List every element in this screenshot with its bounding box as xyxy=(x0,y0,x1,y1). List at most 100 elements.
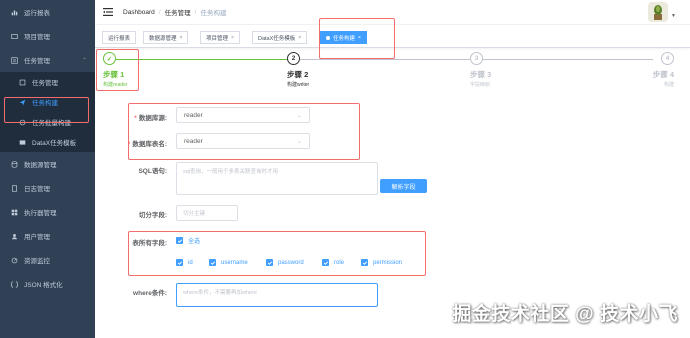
field-label: id xyxy=(188,259,193,266)
hamburger-icon[interactable] xyxy=(103,8,113,16)
table-select[interactable]: reader ⌄ xyxy=(176,133,310,149)
check-icon: ✓ xyxy=(103,52,116,65)
json-icon xyxy=(10,280,18,288)
tag-label: 任务构建 xyxy=(333,35,356,42)
task-icon xyxy=(10,56,18,64)
sidebar-item-label: 用户管理 xyxy=(24,234,50,241)
step-title: 步骤 3 xyxy=(470,70,492,79)
sidebar-item-task-manage[interactable]: 任务管理 ⌃ xyxy=(0,48,95,72)
sidebar-item-label: 数据源管理 xyxy=(24,162,57,169)
checkbox-checked-icon xyxy=(209,259,216,266)
checkbox-checked-icon xyxy=(361,259,368,266)
batch-icon xyxy=(18,118,26,126)
annotation-box-fields xyxy=(128,231,426,276)
sidebar-item-label: 日志管理 xyxy=(24,186,50,193)
caret-down-icon[interactable]: ▼ xyxy=(671,13,676,19)
field-checkbox-role[interactable]: role xyxy=(322,259,344,266)
sidebar-item-json[interactable]: JSON 格式化 xyxy=(0,272,95,296)
step-description: 构建writer xyxy=(287,82,310,88)
sidebar-subitem-task-build[interactable]: 任务构建 xyxy=(0,92,95,112)
sql-textarea[interactable]: sql查询，一般用于多表关联查询时才用 xyxy=(176,162,378,195)
field-label: password xyxy=(278,259,304,266)
checkbox-checked-icon xyxy=(322,259,329,266)
split-label: 切分字段: xyxy=(138,212,167,219)
sidebar-item-monitor[interactable]: 资源监控 xyxy=(0,248,95,272)
sidebar-item-label: 任务管理 xyxy=(24,58,50,65)
user-icon xyxy=(10,232,18,240)
chevron-down-icon: ⌄ xyxy=(296,113,302,119)
step-number: 3 xyxy=(470,52,483,65)
breadcrumb-separator: / xyxy=(158,8,161,16)
field-checkbox-id[interactable]: id xyxy=(176,259,193,266)
field-checkbox-permission[interactable]: permission xyxy=(361,259,402,266)
split-input[interactable]: 切分主键 xyxy=(176,205,238,221)
step-title: 步骤 2 xyxy=(287,70,309,79)
tag-run-report[interactable]: 运行报表 xyxy=(102,31,137,44)
datasource-select[interactable]: reader ⌄ xyxy=(176,107,310,123)
breadcrumb-level1[interactable]: 任务管理 xyxy=(165,7,191,17)
tag-label: DataX任务模板 xyxy=(258,35,296,42)
sidebar-item-label: 任务管理 xyxy=(32,80,58,87)
breadcrumb-separator: / xyxy=(194,8,197,16)
chart-icon xyxy=(10,8,18,16)
parse-fields-button[interactable]: 解析字段 xyxy=(380,179,427,193)
sidebar-item-project[interactable]: 项目管理 xyxy=(0,24,95,48)
watermark: 掘金技术社区 @ 技术小飞 xyxy=(452,304,678,325)
field-label: username xyxy=(221,259,248,266)
sidebar-item-user[interactable]: 用户管理 xyxy=(0,224,95,248)
datasource-label: * 数据库源: xyxy=(134,115,167,122)
close-icon[interactable]: × xyxy=(231,35,234,41)
step-1: ✓ 步骤 1 构建reader xyxy=(103,52,163,88)
list-icon xyxy=(18,78,26,86)
chevron-up-icon: ⌃ xyxy=(81,57,87,64)
step-4: 4 步骤 4 构建 xyxy=(614,52,674,88)
step-2: 2 步骤 2 构建writer xyxy=(287,52,347,88)
sidebar-item-label: 资源监控 xyxy=(24,258,50,265)
close-icon[interactable]: × xyxy=(358,35,361,41)
table-value: reader xyxy=(184,137,203,145)
breadcrumb-current: 任务构建 xyxy=(200,10,227,17)
avatar[interactable] xyxy=(648,2,668,22)
step-title: 步骤 4 xyxy=(652,70,674,79)
step-title: 步骤 1 xyxy=(103,70,125,79)
breadcrumb-home[interactable]: Dashboard xyxy=(123,9,155,16)
sql-label: SQL语句: xyxy=(138,168,167,175)
select-all-checkbox[interactable]: 全选 xyxy=(176,236,200,245)
tag-datax-template[interactable]: DataX任务模板 × xyxy=(252,31,308,44)
chevron-down-icon: ⌄ xyxy=(296,139,302,145)
checkbox-checked-icon xyxy=(266,259,273,266)
field-checkbox-password[interactable]: password xyxy=(266,259,304,266)
step-description: 字段映射 xyxy=(470,82,491,88)
tag-datasource[interactable]: 数据源管理 × xyxy=(143,31,189,44)
sidebar-item-label: 项目管理 xyxy=(24,34,50,41)
step-description: 构建reader xyxy=(103,82,128,88)
table-label: * 数据库表名: xyxy=(127,141,167,148)
where-label: where条件: xyxy=(133,290,167,297)
tag-project[interactable]: 项目管理 × xyxy=(200,31,240,44)
close-icon[interactable]: × xyxy=(180,35,183,41)
sidebar-subitem-task-list[interactable]: 任务管理 xyxy=(0,72,95,92)
close-icon[interactable]: × xyxy=(298,35,301,41)
step-number: 4 xyxy=(661,52,674,65)
sidebar-item-run-report[interactable]: 运行报表 xyxy=(0,0,95,24)
sidebar-item-log[interactable]: 日志管理 xyxy=(0,176,95,200)
sidebar-subitem-datax-template[interactable]: DataX任务模板 xyxy=(0,132,95,152)
fields-label: 表所有字段: xyxy=(132,240,167,247)
navbar: Dashboard / 任务管理 / 任务构建 ▼ xyxy=(95,0,690,25)
field-checkbox-username[interactable]: username xyxy=(209,259,248,266)
step-number: 2 xyxy=(287,52,300,65)
tag-label: 运行报表 xyxy=(108,35,131,42)
where-textarea[interactable]: where条件，不需要再加where xyxy=(176,283,378,307)
tag-task-build[interactable]: 任务构建 × xyxy=(320,31,367,44)
log-icon xyxy=(10,184,18,192)
tags-view: 运行报表 数据源管理 × 项目管理 × DataX任务模板 × 任务构建 × xyxy=(95,25,690,48)
database-icon xyxy=(10,160,18,168)
tag-label: 项目管理 xyxy=(206,35,229,42)
sidebar-subitem-batch-build[interactable]: 任务批量构建 xyxy=(0,112,95,132)
executor-icon xyxy=(10,208,18,216)
sidebar-item-datasource[interactable]: 数据源管理 xyxy=(0,152,95,176)
field-label: role xyxy=(334,259,345,266)
send-icon xyxy=(18,98,26,106)
folder-icon xyxy=(10,32,18,40)
sidebar-item-executor[interactable]: 执行器管理 xyxy=(0,200,95,224)
